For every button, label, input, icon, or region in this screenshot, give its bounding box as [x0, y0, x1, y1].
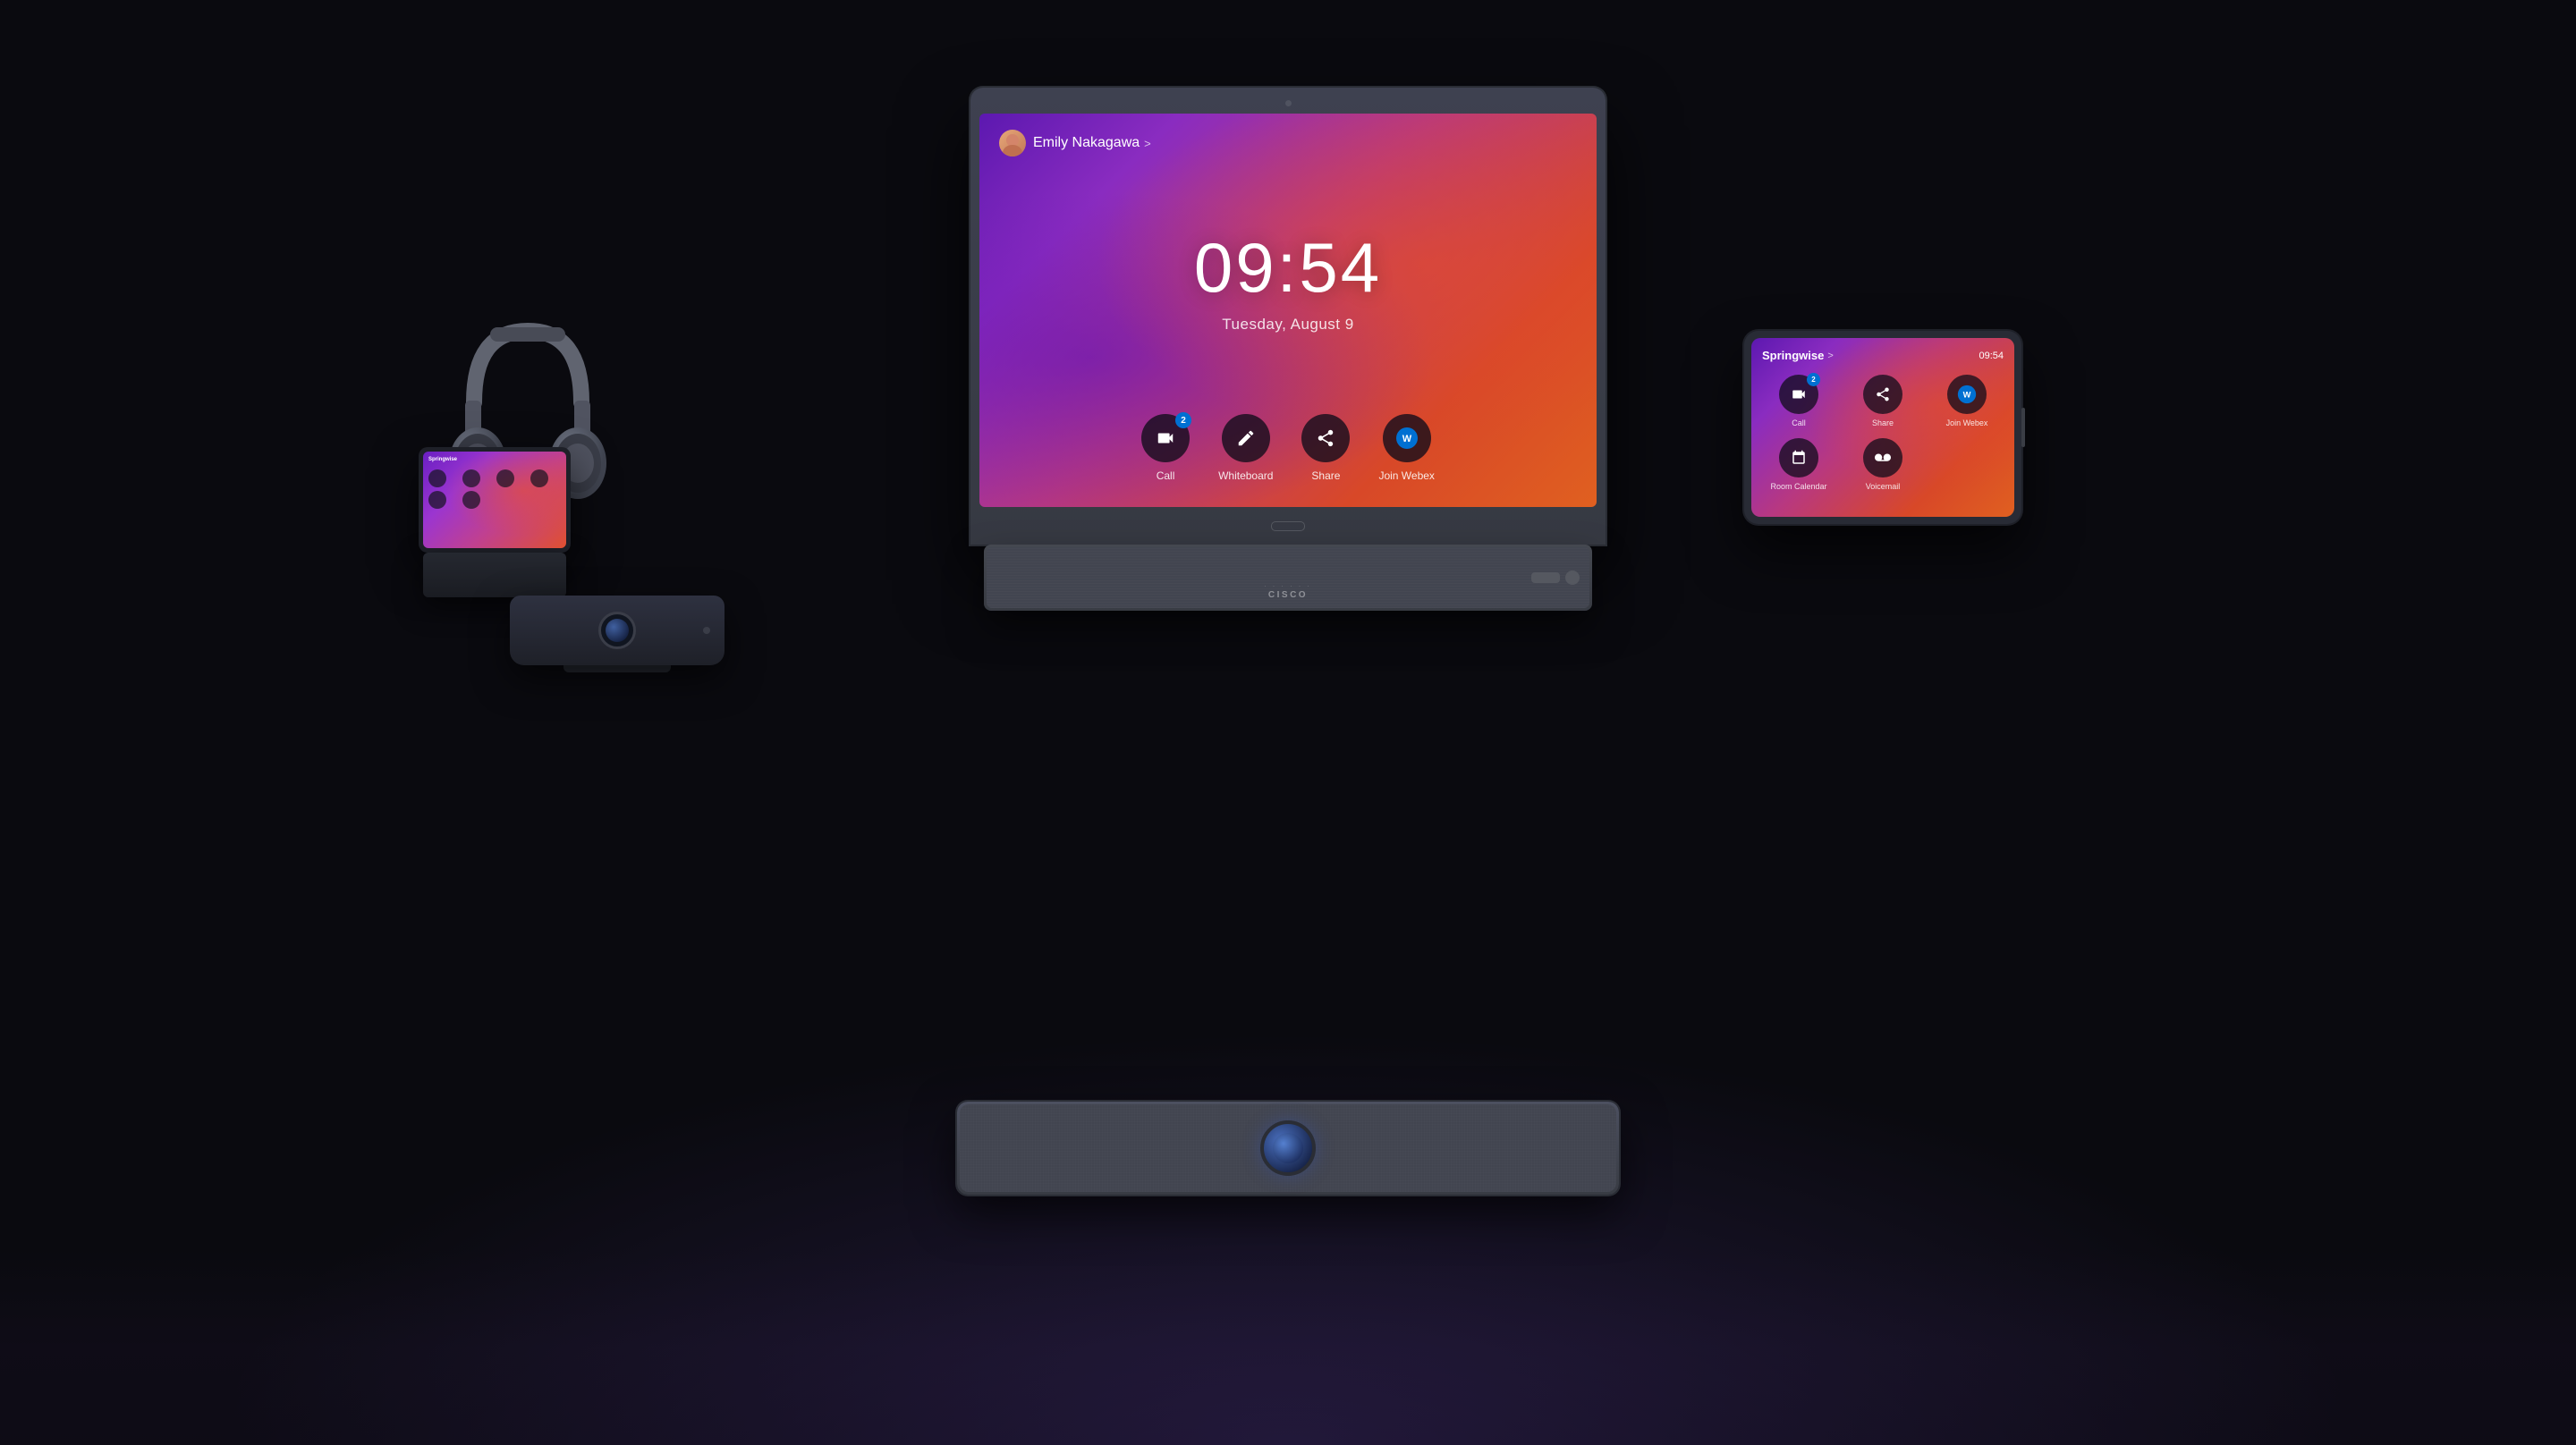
tablet-time: 09:54 [1979, 351, 2004, 361]
tablet-chevron: > [1827, 351, 1833, 361]
monitor-screen: Emily Nakagawa > 09:54 Tuesday, August 9… [979, 114, 1597, 507]
tablet-voicemail-icon [1875, 450, 1891, 466]
webcam [510, 596, 724, 672]
tablet-room-name: Springwise [1762, 349, 1824, 362]
monitor-dock: 2 Call Whiteboard [979, 414, 1597, 507]
webex-icon: W [1395, 427, 1419, 450]
tablet-dock-share[interactable]: Share [1846, 375, 1919, 427]
tablet-webex-icon: W [1957, 384, 1977, 404]
tablet-dock-voicemail[interactable]: Voicemail [1846, 438, 1919, 491]
tablet-label-join-webex: Join Webex [1946, 418, 1988, 427]
dock-item-whiteboard[interactable]: Whiteboard [1218, 414, 1273, 482]
main-monitor: Emily Nakagawa > 09:54 Tuesday, August 9… [970, 88, 1606, 611]
tablet-label-room-calendar: Room Calendar [1770, 482, 1826, 491]
tablet-screen: Springwise > 09:54 2 Call [1751, 338, 2014, 517]
dock-label-share: Share [1311, 469, 1340, 482]
dock-label-join-webex: Join Webex [1378, 469, 1434, 482]
soundbar-camera [1260, 1120, 1316, 1176]
share-icon-btn[interactable] [1301, 414, 1350, 462]
tablet-icons-grid: 2 Call Share [1762, 375, 2004, 491]
dock-item-join-webex[interactable]: W Join Webex [1378, 414, 1434, 482]
tablet-share-icon [1875, 386, 1891, 402]
dock-label-call: Call [1157, 469, 1175, 482]
tablet-dock-join-webex[interactable]: W Join Webex [1930, 375, 2004, 427]
monitor-bottom-bezel [979, 507, 1597, 545]
camera-dot [1285, 100, 1292, 106]
pencil-icon [1236, 428, 1256, 448]
svg-text:W: W [1402, 434, 1411, 444]
dock-item-call[interactable]: 2 Call [1141, 414, 1190, 482]
tablet-topbar: Springwise > 09:54 [1762, 349, 2004, 362]
cisco-label: cisco [1268, 590, 1308, 600]
monitor-clock-time: 09:54 [1194, 227, 1382, 308]
webex-icon-btn[interactable]: W [1383, 414, 1431, 462]
tablet-dock-room-calendar[interactable]: Room Calendar [1762, 438, 1835, 491]
call-icon-btn[interactable]: 2 [1141, 414, 1190, 462]
tablet-label-share: Share [1872, 418, 1894, 427]
camera-icon [1156, 428, 1175, 448]
monitor-clock-date: Tuesday, August 9 [1222, 316, 1353, 334]
tablet-side-button [2021, 408, 2025, 447]
small-tablet-back: Springwise [419, 447, 571, 597]
tablet-right: Springwise > 09:54 2 Call [1744, 331, 2021, 524]
tablet-label-voicemail: Voicemail [1866, 482, 1901, 491]
tablet-label-call: Call [1792, 418, 1806, 427]
cisco-dots: · · · · · · [1264, 584, 1311, 589]
share-icon [1316, 428, 1335, 448]
tablet-call-badge: 2 [1807, 373, 1820, 386]
call-badge: 2 [1175, 412, 1191, 428]
small-tablet-room-name: Springwise [428, 457, 457, 462]
dock-item-share[interactable]: Share [1301, 414, 1350, 482]
svg-text:W: W [1963, 390, 1971, 399]
monitor-speaker-base: · · · · · · cisco [984, 545, 1592, 611]
tablet-camera-icon [1791, 386, 1807, 402]
monitor-clock-area: 09:54 Tuesday, August 9 [979, 146, 1597, 414]
tablet-dock-call[interactable]: 2 Call [1762, 375, 1835, 427]
soundbar [957, 1102, 1619, 1195]
tablet-calendar-icon [1791, 450, 1807, 466]
whiteboard-icon-btn[interactable] [1222, 414, 1270, 462]
dock-label-whiteboard: Whiteboard [1218, 469, 1273, 482]
